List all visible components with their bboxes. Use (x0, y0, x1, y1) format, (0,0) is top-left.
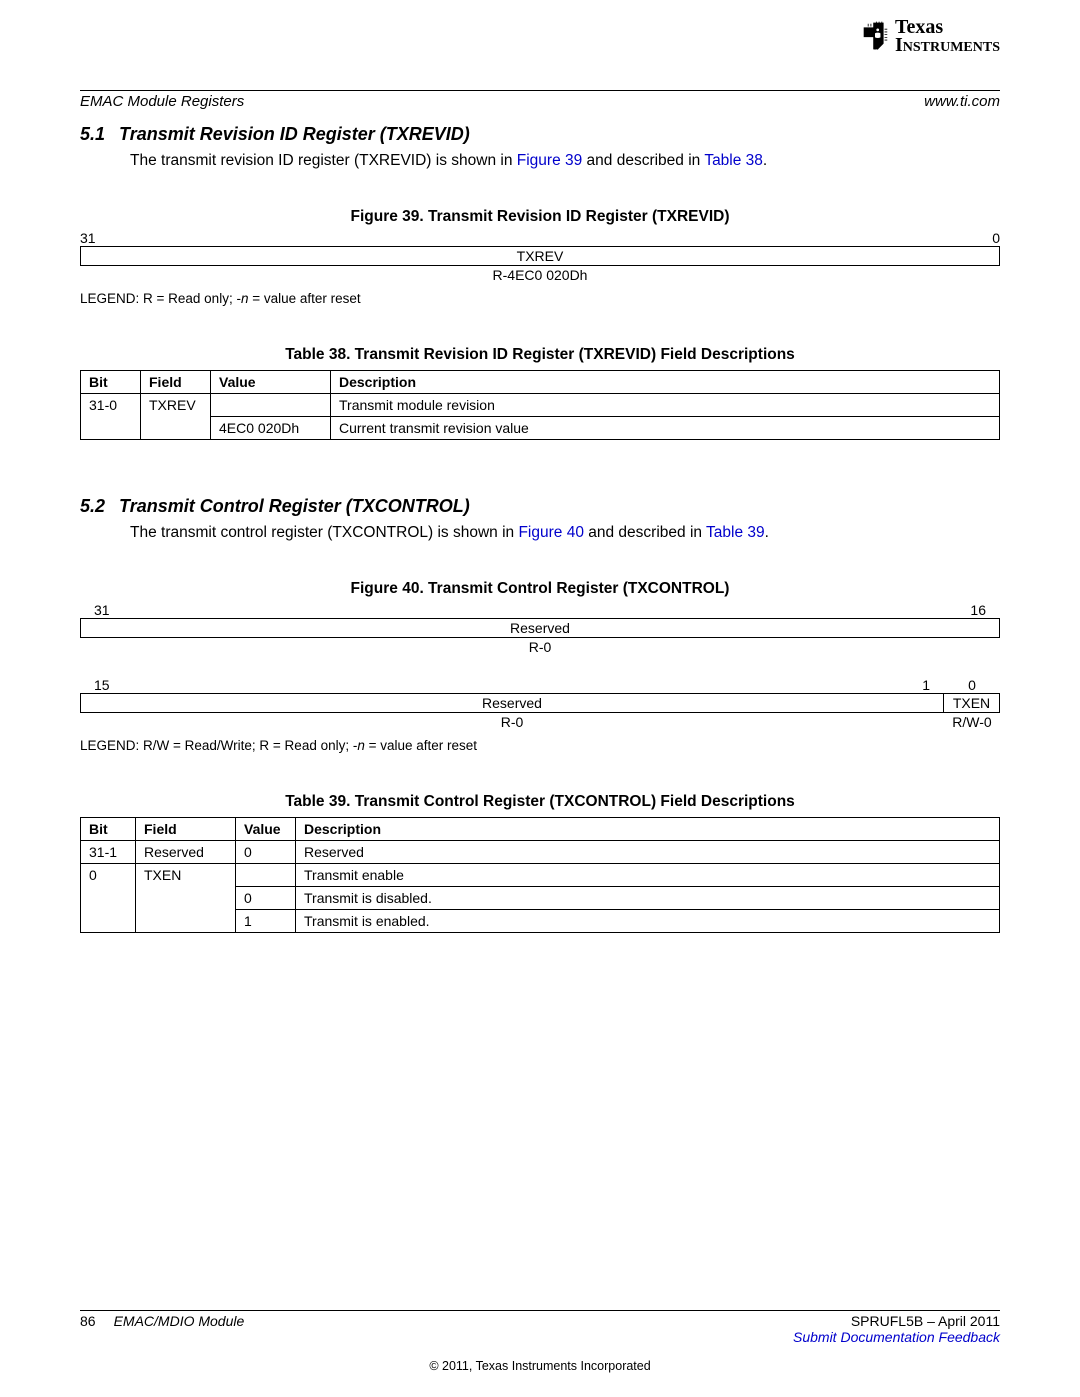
table-39: Bit Field Value Description 31-1 Reserve… (80, 817, 1000, 933)
footer-module: EMAC/MDIO Module (114, 1313, 245, 1329)
fig40-legend: LEGEND: R/W = Read/Write; R = Read only;… (80, 738, 1000, 753)
t38-h-desc: Description (331, 370, 1000, 393)
page-footer: 86 EMAC/MDIO Module SPRUFL5B – April 201… (80, 1310, 1000, 1373)
section-5.2-body: The transmit control register (TXCONTROL… (130, 523, 1000, 544)
figure-39-caption: Figure 39. Transmit Revision ID Register… (80, 208, 1000, 226)
table-row (136, 886, 236, 909)
table-row (236, 863, 296, 886)
page-number: 86 (80, 1313, 96, 1329)
table-row: TXEN (136, 863, 236, 886)
table-row: 4EC0 020Dh (211, 416, 331, 439)
table-row: TXREV (141, 393, 211, 416)
fig40-r2-access-narrow: R/W-0 (944, 714, 1000, 730)
fig40-r2-field-wide: Reserved (81, 693, 944, 712)
ti-logo: Texas Instruments (861, 18, 1000, 54)
submit-feedback-link[interactable]: Submit Documentation Feedback (793, 1329, 1000, 1345)
table-38-caption: Table 38. Transmit Revision ID Register … (80, 346, 1000, 364)
table-row: Reserved (136, 840, 236, 863)
figure-40-row2: 15 1 0 Reserved TXEN R-0 R/W-0 (80, 677, 1000, 730)
ti-chip-icon (861, 21, 889, 51)
figure-39-register: TXREV (80, 246, 1000, 266)
header-rule (80, 90, 1000, 91)
table-row: Current transmit revision value (331, 416, 1000, 439)
fig40-r2-field-narrow: TXEN (944, 693, 1000, 712)
logo-line2: Instruments (895, 36, 1000, 54)
table-row (211, 393, 331, 416)
table-row: Transmit is disabled. (296, 886, 1000, 909)
fig40-r2-bit-lo: 0 (944, 677, 1000, 693)
fig39-access: R-4EC0 020Dh (80, 267, 1000, 283)
fig40-r2-access-wide: R-0 (80, 714, 944, 730)
page: Texas Instruments EMAC Module Registers … (0, 0, 1080, 1397)
copyright: © 2011, Texas Instruments Incorporated (80, 1359, 1000, 1373)
section-5.2-title: Transmit Control Register (TXCONTROL) (119, 496, 470, 517)
header-right: www.ti.com (924, 93, 1000, 110)
table-row: 31-0 (81, 393, 141, 416)
table-row: Transmit is enabled. (296, 909, 1000, 932)
table-39-caption: Table 39. Transmit Control Register (TXC… (80, 793, 1000, 811)
section-5.1-number: 5.1 (80, 124, 105, 145)
t39-h-field: Field (136, 817, 236, 840)
fig39-bit-hi: 31 (80, 230, 96, 246)
section-5.1-title: Transmit Revision ID Register (TXREVID) (119, 124, 470, 145)
t38-h-bit: Bit (81, 370, 141, 393)
table-row: 0 (236, 886, 296, 909)
header-left: EMAC Module Registers (80, 93, 244, 110)
figure-40-row1: 31 16 Reserved R-0 (80, 602, 1000, 655)
table-row: Reserved (296, 840, 1000, 863)
link-figure-40[interactable]: Figure 40 (518, 524, 583, 541)
fig40-r1-access: R-0 (80, 639, 1000, 655)
ti-logo-text: Texas Instruments (895, 18, 1000, 54)
table-row: Transmit module revision (331, 393, 1000, 416)
fig39-bit-lo: 0 (992, 230, 1000, 246)
link-table-38[interactable]: Table 38 (704, 152, 763, 169)
fig39-field: TXREV (81, 246, 1000, 265)
figure-39-bitlabels: 31 0 (80, 230, 1000, 246)
t39-h-desc: Description (296, 817, 1000, 840)
table-row: 31-1 (81, 840, 136, 863)
link-figure-39[interactable]: Figure 39 (517, 152, 582, 169)
t39-h-bit: Bit (81, 817, 136, 840)
running-header: EMAC Module Registers www.ti.com (80, 93, 1000, 110)
fig40-r1-bit-lo: 16 (970, 602, 986, 618)
section-5.2-number: 5.2 (80, 496, 105, 517)
table-row (141, 416, 211, 439)
table-row: 0 (81, 863, 136, 886)
section-5.2-heading: 5.2 Transmit Control Register (TXCONTROL… (80, 496, 1000, 517)
fig40-r1-bit-hi: 31 (94, 602, 110, 618)
t38-h-value: Value (211, 370, 331, 393)
fig40-r1-field: Reserved (81, 618, 1000, 637)
table-row: Transmit enable (296, 863, 1000, 886)
fig39-legend: LEGEND: R = Read only; -n = value after … (80, 291, 1000, 306)
table-row (136, 909, 236, 932)
link-table-39[interactable]: Table 39 (706, 524, 765, 541)
table-row (81, 909, 136, 932)
fig40-r2-bit-hi: 15 (94, 677, 110, 693)
table-row (81, 886, 136, 909)
t38-h-field: Field (141, 370, 211, 393)
table-38: Bit Field Value Description 31-0 TXREV T… (80, 370, 1000, 440)
table-row: 1 (236, 909, 296, 932)
section-5.1-body: The transmit revision ID register (TXREV… (130, 151, 1000, 172)
table-row: 0 (236, 840, 296, 863)
t39-h-value: Value (236, 817, 296, 840)
figure-40-caption: Figure 40. Transmit Control Register (TX… (80, 580, 1000, 598)
fig40-r2-bit-mid: 1 (922, 677, 930, 693)
section-5.1-heading: 5.1 Transmit Revision ID Register (TXREV… (80, 124, 1000, 145)
footer-docid: SPRUFL5B – April 2011 (793, 1313, 1000, 1329)
table-row (81, 416, 141, 439)
footer-rule (80, 1310, 1000, 1311)
